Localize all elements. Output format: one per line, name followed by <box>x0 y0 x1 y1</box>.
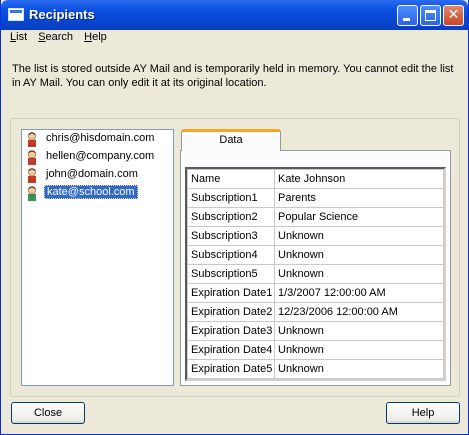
field-value: Unknown <box>274 264 444 284</box>
field-name: Expiration Date4 <box>187 340 275 360</box>
minimize-button[interactable] <box>397 5 418 26</box>
title-bar[interactable]: Recipients ✕ <box>1 0 468 30</box>
field-name: Expiration Date1 <box>187 283 275 303</box>
menu-help-accel: H <box>84 31 93 43</box>
menu-list-label: ist <box>16 31 28 43</box>
data-grid[interactable]: Name Kate Johnson Subscription1 Parents Subs… <box>185 167 446 381</box>
recipients-window: Recipients ✕ List Search Help The list i… <box>0 0 469 435</box>
menu-search[interactable]: Search <box>38 31 73 43</box>
table-row: Expiration Date2 12/23/2006 12:00:00 AM <box>187 302 444 322</box>
recipients-list[interactable]: chris@hisdomain.com hellen@company.com joh… <box>21 129 174 386</box>
table-row: Subscription5 Unknown <box>187 264 444 284</box>
field-value: 1/3/2007 12:00:00 AM <box>274 283 444 303</box>
table-row: Expiration Date3 Unknown <box>187 321 444 341</box>
person-icon <box>28 186 36 201</box>
window-app-icon <box>8 8 24 21</box>
list-item[interactable]: hellen@company.com <box>22 148 173 166</box>
close-window-button[interactable]: ✕ <box>443 5 464 26</box>
field-name: Expiration Date5 <box>187 359 275 379</box>
field-value: Unknown <box>274 245 444 265</box>
table-row: Subscription3 Unknown <box>187 226 444 246</box>
menu-help-label: elp <box>92 31 107 43</box>
field-name: Subscription5 <box>187 264 275 284</box>
field-value: Popular Science <box>274 207 444 227</box>
field-value: Unknown <box>274 359 444 379</box>
menu-bar: List Search Help <box>5 31 110 48</box>
window-title: Recipients <box>29 7 95 22</box>
recipient-email: chris@hisdomain.com <box>46 132 155 144</box>
menu-search-accel: S <box>38 31 46 43</box>
table-row: Expiration Date4 Unknown <box>187 340 444 360</box>
recipient-email: kate@school.com <box>44 185 138 199</box>
tab-data[interactable]: Data <box>181 129 281 151</box>
close-icon: ✕ <box>447 7 460 23</box>
table-row: Expiration Date5 Unknown <box>187 359 444 379</box>
field-name: Expiration Date3 <box>187 321 275 341</box>
field-value: Parents <box>274 188 444 208</box>
list-item[interactable]: chris@hisdomain.com <box>22 130 173 148</box>
menu-list[interactable]: List <box>10 31 27 43</box>
field-value: Unknown <box>274 226 444 246</box>
field-value: Kate Johnson <box>274 169 444 189</box>
data-table: Name Kate Johnson Subscription1 Parents Subs… <box>187 169 444 379</box>
field-value: Unknown <box>274 321 444 341</box>
list-item[interactable]: kate@school.com <box>22 184 173 202</box>
maximize-button[interactable] <box>420 5 441 26</box>
close-button[interactable]: Close <box>11 402 85 424</box>
person-icon <box>28 132 36 147</box>
table-row: Expiration Date1 1/3/2007 12:00:00 AM <box>187 283 444 303</box>
table-row: Subscription4 Unknown <box>187 245 444 265</box>
person-icon <box>28 150 36 165</box>
help-button[interactable]: Help <box>386 402 460 424</box>
table-row: Subscription2 Popular Science <box>187 207 444 227</box>
person-icon <box>28 168 36 183</box>
info-text: The list is stored outside AY Mail and i… <box>12 63 454 89</box>
field-name: Name <box>187 169 275 189</box>
minimize-icon <box>403 18 410 21</box>
field-name: Expiration Date2 <box>187 302 275 322</box>
recipient-email: john@domain.com <box>46 168 138 180</box>
field-value: 12/23/2006 12:00:00 AM <box>274 302 444 322</box>
field-name: Subscription1 <box>187 188 275 208</box>
maximize-icon <box>425 10 436 21</box>
list-item[interactable]: john@domain.com <box>22 166 173 184</box>
recipient-email: hellen@company.com <box>46 150 155 162</box>
table-row: Name Kate Johnson <box>187 169 444 189</box>
field-value: Unknown <box>274 340 444 360</box>
field-name: Subscription4 <box>187 245 275 265</box>
field-name: Subscription3 <box>187 226 275 246</box>
field-name: Subscription2 <box>187 207 275 227</box>
menu-search-label: earch <box>45 31 74 43</box>
menu-help[interactable]: Help <box>84 31 107 43</box>
table-row: Subscription1 Parents <box>187 188 444 208</box>
